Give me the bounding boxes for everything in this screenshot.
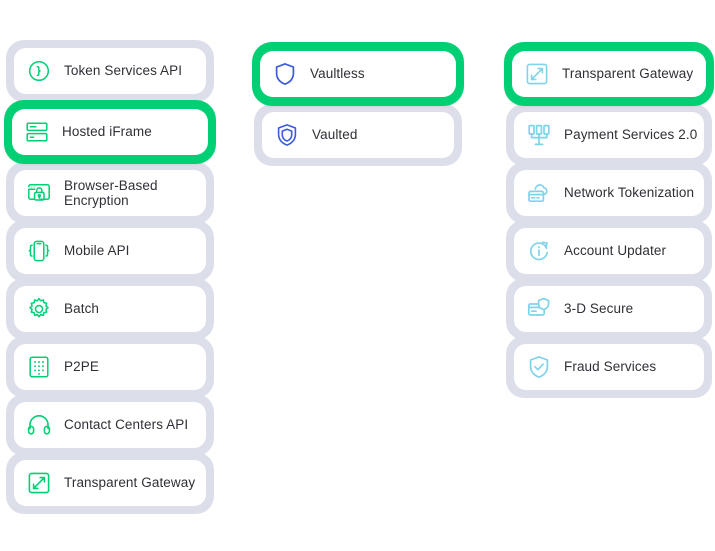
- shield-icon: [272, 61, 298, 87]
- item-card[interactable]: Vaulted: [262, 112, 454, 158]
- list-item[interactable]: 3-D Secure: [506, 278, 712, 340]
- item-label: Account Updater: [564, 243, 667, 259]
- list-item[interactable]: Network Tokenization: [506, 162, 712, 224]
- item-card[interactable]: Browser-Based Encryption: [14, 170, 206, 216]
- item-card[interactable]: Token Services API: [14, 48, 206, 94]
- list-item[interactable]: Batch: [6, 278, 214, 340]
- item-card[interactable]: Vaultless: [260, 51, 456, 97]
- item-label: P2PE: [64, 359, 99, 375]
- list-item[interactable]: Mobile API: [6, 220, 214, 282]
- item-card[interactable]: Payment Services 2.0: [514, 112, 704, 158]
- list-item-active[interactable]: Vaultless: [252, 42, 464, 106]
- column-acceptance-methods: Token Services API Hosted iFrame Browser-B…: [4, 40, 218, 514]
- list-item[interactable]: Vaulted: [254, 104, 462, 166]
- list-item-active[interactable]: Transparent Gateway: [504, 42, 714, 106]
- item-label: Mobile API: [64, 243, 130, 259]
- capability-board: Token Services API Hosted iFrame Browser-B…: [0, 0, 715, 551]
- item-card[interactable]: Batch: [14, 286, 206, 332]
- list-item[interactable]: P2PE: [6, 336, 214, 398]
- list-item[interactable]: Transparent Gateway: [6, 452, 214, 514]
- list-item-active[interactable]: Hosted iFrame: [4, 100, 216, 164]
- item-card[interactable]: Mobile API: [14, 228, 206, 274]
- item-label: Token Services API: [64, 63, 183, 79]
- item-label: Vaulted: [312, 127, 358, 143]
- braces-circle-icon: [26, 58, 52, 84]
- item-card[interactable]: Transparent Gateway: [14, 460, 206, 506]
- item-label: Vaultless: [310, 66, 365, 82]
- item-label: Hosted iFrame: [62, 124, 152, 140]
- form-fields-icon: [24, 119, 50, 145]
- item-label: Network Tokenization: [564, 185, 695, 201]
- item-label: Transparent Gateway: [64, 475, 196, 491]
- mobile-braces-icon: [26, 238, 52, 264]
- gear-icon: [26, 296, 52, 322]
- item-label: 3-D Secure: [564, 301, 634, 317]
- item-label: Contact Centers API: [64, 417, 189, 433]
- cloud-card-icon: [526, 180, 552, 206]
- list-item[interactable]: Token Services API: [6, 40, 214, 102]
- shield-check-icon: [526, 354, 552, 380]
- card-shield-icon: [526, 296, 552, 322]
- item-card[interactable]: Network Tokenization: [514, 170, 704, 216]
- item-label: Browser-Based Encryption: [64, 177, 158, 208]
- list-item[interactable]: Browser-Based Encryption: [6, 162, 214, 224]
- column-services: Transparent Gateway Payment Services 2.0 N…: [504, 42, 715, 398]
- item-card[interactable]: P2PE: [14, 344, 206, 390]
- expand-arrow-icon: [524, 61, 550, 87]
- list-item[interactable]: Payment Services 2.0: [506, 104, 712, 166]
- shield-inner-icon: [274, 122, 300, 148]
- network-bars-icon: [526, 122, 552, 148]
- item-card[interactable]: 3-D Secure: [514, 286, 704, 332]
- item-label: Batch: [64, 301, 100, 317]
- item-label: Transparent Gateway: [562, 66, 694, 82]
- keypad-icon: [26, 354, 52, 380]
- list-item[interactable]: Account Updater: [506, 220, 712, 282]
- browser-lock-icon: [26, 180, 52, 206]
- list-item[interactable]: Contact Centers API: [6, 394, 214, 456]
- expand-arrow-icon: [26, 470, 52, 496]
- item-card[interactable]: Transparent Gateway: [512, 51, 706, 97]
- item-card[interactable]: Hosted iFrame: [12, 109, 208, 155]
- column-vault-options: Vaultless Vaulted: [252, 42, 466, 166]
- item-card[interactable]: Account Updater: [514, 228, 704, 274]
- item-label: Fraud Services: [564, 359, 657, 375]
- item-card[interactable]: Contact Centers API: [14, 402, 206, 448]
- headset-icon: [26, 412, 52, 438]
- info-refresh-icon: [526, 238, 552, 264]
- list-item[interactable]: Fraud Services: [506, 336, 712, 398]
- item-card[interactable]: Fraud Services: [514, 344, 704, 390]
- item-label: Payment Services 2.0: [564, 127, 698, 143]
